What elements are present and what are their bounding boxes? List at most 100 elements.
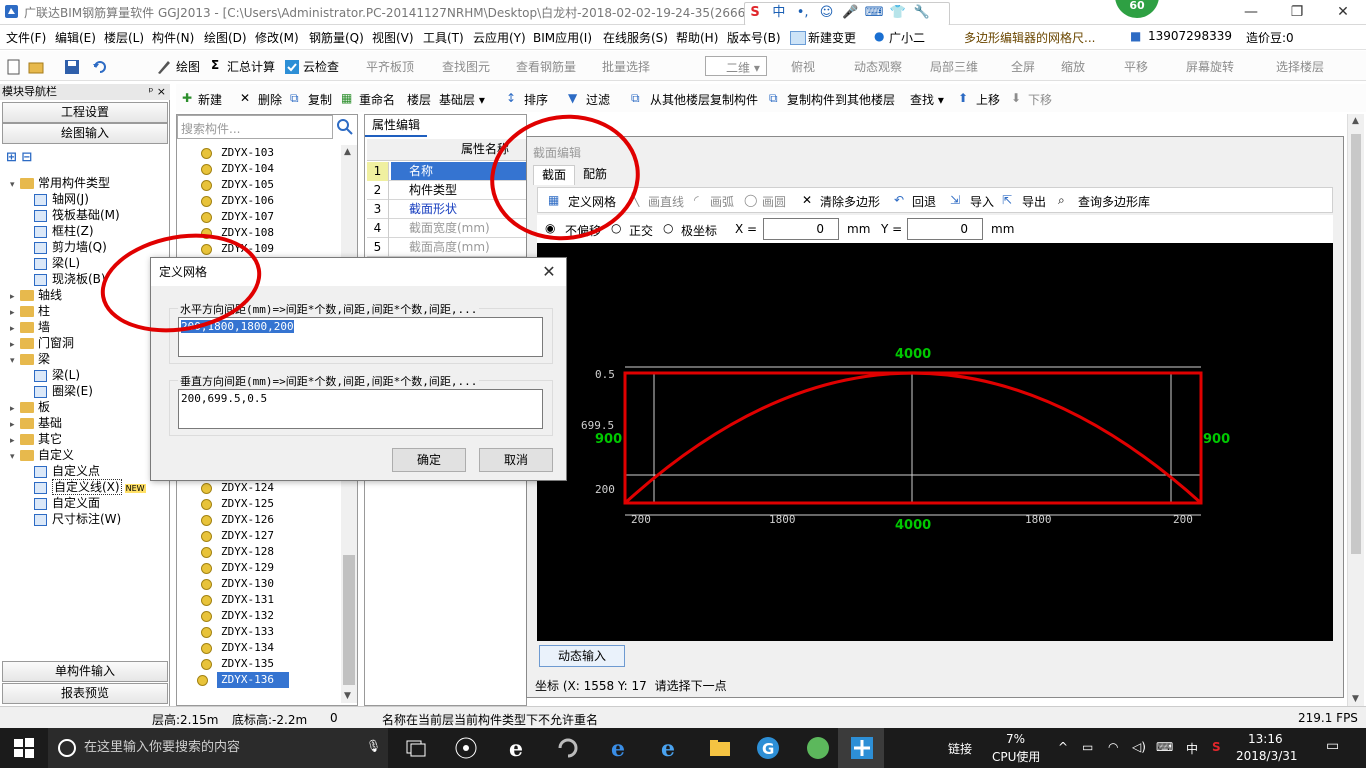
menu-grid-tip[interactable]: 多边形编辑器的网格尺... [964, 29, 1095, 46]
chevron-right-icon[interactable]: ▸ [10, 290, 20, 304]
select-floor-button[interactable]: 选择楼层 [1276, 58, 1324, 75]
open-folder-icon[interactable] [28, 59, 44, 75]
component-list-item[interactable]: ZDYX-125 [201, 496, 274, 512]
undo-button[interactable]: 回退 [912, 193, 936, 210]
taskbar-search-input[interactable]: 在这里输入你要搜索的内容 [48, 728, 388, 768]
tab-rebar[interactable]: 配筋 [575, 165, 615, 185]
component-list-item[interactable]: ZDYX-124 [201, 480, 274, 496]
notifications-icon[interactable]: ▭ [1326, 738, 1339, 754]
attribute-row[interactable]: 5 截面高度(mm) [367, 238, 527, 257]
g-app-icon[interactable]: G [756, 736, 780, 760]
undo-icon[interactable] [92, 59, 108, 75]
expand-all-icon[interactable]: ⊞ ⊟ [6, 150, 32, 165]
floor-select[interactable]: 基础层 ▾ [439, 91, 485, 108]
wrench-icon[interactable]: 🔧 [912, 3, 932, 23]
sort-button[interactable]: 排序 [524, 91, 548, 108]
delete-button[interactable]: 删除 [258, 91, 282, 108]
tree-item[interactable]: ▾ 梁 [10, 352, 50, 368]
tree-item[interactable]: ▾ 自定义 [10, 448, 74, 464]
import-button[interactable]: 导入 [970, 193, 994, 210]
radio-no-offset[interactable]: ◉ [545, 221, 555, 235]
tree-item[interactable]: ▸ 轴线 [10, 288, 62, 304]
tree-item[interactable]: 自定义线(X) NEW [34, 479, 146, 496]
radio-polar[interactable]: ○ [663, 221, 673, 235]
component-list-item[interactable]: ZDYX-129 [201, 560, 274, 576]
menu-cloud[interactable]: 云应用(Y) [473, 29, 526, 46]
wifi-icon[interactable]: ◠ [1108, 740, 1118, 754]
menu-file[interactable]: 文件(F) [6, 29, 46, 46]
copy-button[interactable]: 复制 [308, 91, 332, 108]
chevron-right-icon[interactable]: ▸ [10, 338, 20, 352]
attribute-row[interactable]: 1 名称 [367, 162, 527, 181]
up-button[interactable]: 上移 [976, 91, 1000, 108]
sogou-tray-icon[interactable]: S [1212, 740, 1221, 754]
tree-item[interactable]: 圈梁(E) [34, 384, 93, 398]
menu-online[interactable]: 在线服务(S) [603, 29, 668, 46]
project-settings-button[interactable]: 工程设置 [2, 102, 168, 123]
component-list-item[interactable]: ZDYX-109 [201, 241, 274, 257]
component-list-item[interactable]: ZDYX-104 [201, 161, 274, 177]
tree-item[interactable]: 梁(L) [34, 368, 80, 382]
attribute-row[interactable]: 3 截面形状 [367, 200, 527, 219]
y-offset-input[interactable]: 0 [907, 218, 983, 240]
find-button[interactable]: 查找 ▾ [910, 91, 944, 108]
copy-from-button[interactable]: 从其他楼层复制构件 [650, 91, 758, 108]
flat-slab-button[interactable]: 平齐板顶 [366, 58, 414, 75]
chevron-right-icon[interactable]: ▸ [10, 322, 20, 336]
tab-section[interactable]: 截面 [533, 165, 576, 185]
component-list-item[interactable]: ZDYX-107 [201, 209, 274, 225]
tree-item[interactable]: 现浇板(B) [34, 272, 106, 286]
export-button[interactable]: 导出 [1022, 193, 1046, 210]
fan-app-icon[interactable] [454, 736, 478, 760]
component-list-item[interactable]: ZDYX-131 [201, 592, 274, 608]
emoji-icon[interactable]: ☺ [816, 3, 836, 23]
tree-item[interactable]: 筏板基础(M) [34, 208, 120, 222]
ggj-app-icon[interactable] [850, 736, 874, 760]
task-view-icon[interactable] [404, 736, 428, 760]
menu-user[interactable]: 13907298339 [1148, 29, 1232, 43]
x-offset-input[interactable]: 0 [763, 218, 839, 240]
pin-close-icon[interactable]: ᵖ × [149, 84, 166, 99]
section-canvas[interactable]: 4000 4000 900 900 0.5 699.5 200 200 1800… [537, 243, 1333, 641]
draw-button[interactable]: 绘图 [176, 58, 200, 75]
component-list-item[interactable]: ZDYX-126 [201, 512, 274, 528]
local-3d-button[interactable]: 局部三维 [930, 58, 978, 75]
tree-item[interactable]: ▾ 常用构件类型 [10, 176, 110, 192]
tree-item[interactable]: 自定义面 [34, 496, 100, 510]
ie-blue-icon[interactable]: e [658, 736, 682, 760]
tree-item[interactable]: 自定义点 [34, 464, 100, 478]
green-app-icon[interactable] [806, 736, 830, 760]
menu-assistant[interactable]: 广小二 [889, 29, 925, 46]
close-icon[interactable]: ✕ [536, 260, 562, 284]
tree-item[interactable]: ▸ 其它 [10, 432, 62, 448]
menu-new-change[interactable]: 新建变更 [808, 29, 856, 46]
keyboard-icon[interactable]: ⌨ [1156, 740, 1173, 754]
menu-modify[interactable]: 修改(M) [255, 29, 299, 46]
rename-button[interactable]: 重命名 [359, 91, 395, 108]
component-list-item[interactable]: ZDYX-108 [201, 225, 274, 241]
keyboard-icon[interactable]: ⌨ [864, 3, 884, 23]
link-label[interactable]: 链接 [948, 740, 972, 757]
view-mode-select[interactable]: 二维 ▾ [705, 56, 767, 76]
chevron-right-icon[interactable]: ▸ [10, 418, 20, 432]
component-list-item[interactable]: ZDYX-133 [201, 624, 274, 640]
single-input-button[interactable]: 单构件输入 [2, 661, 168, 682]
chevron-right-icon[interactable]: ▸ [10, 434, 20, 448]
tree-item[interactable]: ▸ 基础 [10, 416, 62, 432]
menu-edit[interactable]: 编辑(E) [55, 29, 96, 46]
menu-tools[interactable]: 工具(T) [423, 29, 464, 46]
tree-item[interactable]: 梁(L) [34, 256, 80, 270]
section-drawing[interactable]: 4000 4000 900 900 0.5 699.5 200 200 1800… [537, 243, 1333, 641]
tree-item[interactable]: ▸ 墙 [10, 320, 50, 336]
view-rebar-button[interactable]: 查看钢筋量 [516, 58, 576, 75]
drawing-input-button[interactable]: 绘图输入 [2, 123, 168, 144]
menu-rebar[interactable]: 钢筋量(Q) [309, 29, 364, 46]
tree-item[interactable]: 剪力墙(Q) [34, 240, 107, 254]
clock-date[interactable]: 2018/3/31 [1236, 749, 1298, 763]
clear-polygon-button[interactable]: 清除多边形 [820, 193, 880, 210]
score-badge[interactable]: 60 [1115, 0, 1159, 18]
minimize-button[interactable]: — [1228, 0, 1274, 25]
chevron-down-icon[interactable]: ▾ [10, 354, 20, 368]
chevron-down-icon[interactable]: ▾ [10, 178, 20, 192]
chevron-up-icon[interactable]: ^ [1058, 740, 1068, 754]
